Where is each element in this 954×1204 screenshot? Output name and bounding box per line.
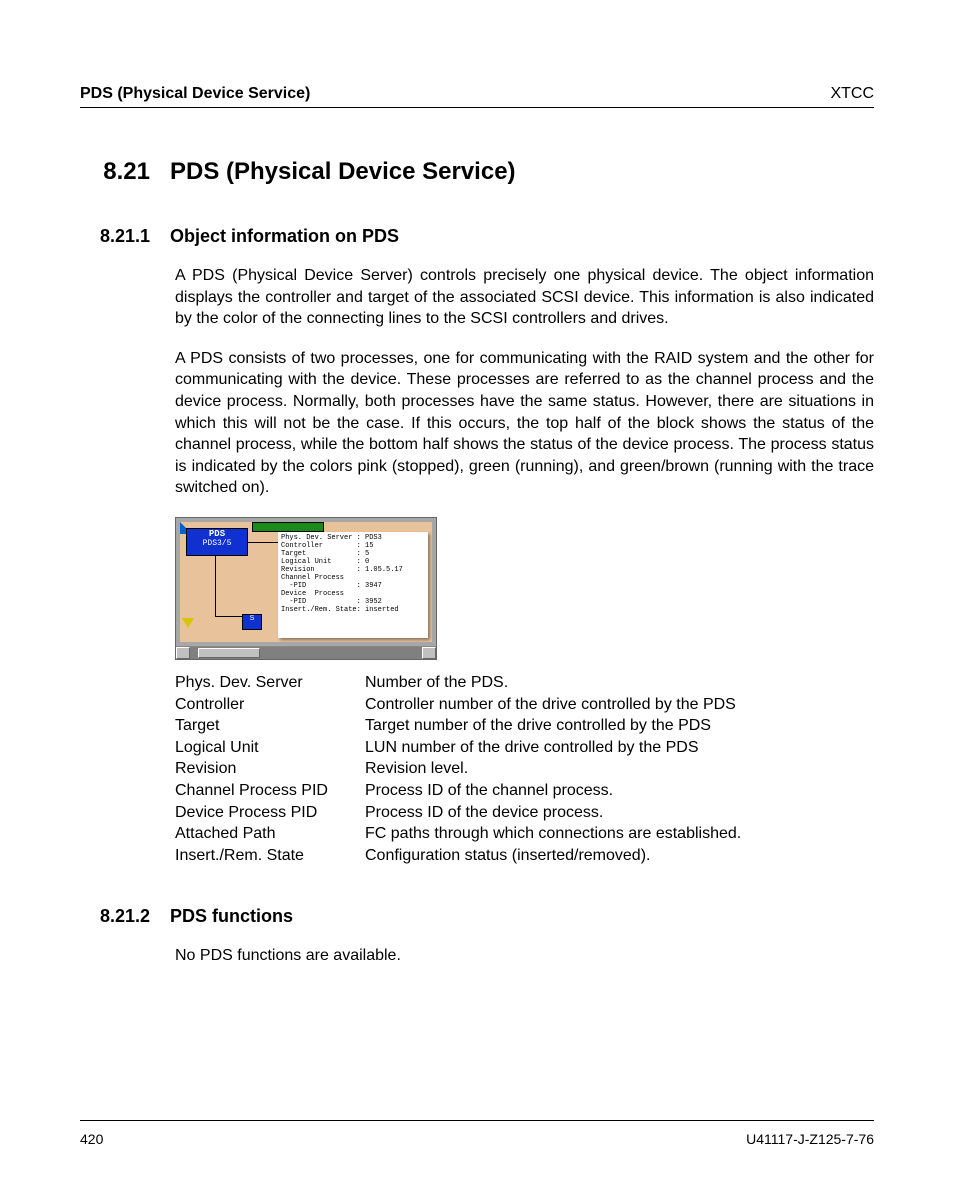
subsection-1-title: Object information on PDS <box>170 226 399 247</box>
sub1-para2: A PDS consists of two processes, one for… <box>175 348 874 499</box>
definition-desc: Controller number of the drive controlle… <box>365 694 736 716</box>
definition-term: Insert./Rem. State <box>175 845 365 867</box>
pds-block: PDS PDS3/5 <box>186 528 248 556</box>
tooltip-row: Device Process <box>281 590 425 598</box>
pds-block-bottom-label: PDS3/5 <box>187 539 247 548</box>
tooltip-row: -PID : 3947 <box>281 582 425 590</box>
connector-line <box>248 542 278 543</box>
definition-term: Controller <box>175 694 365 716</box>
tooltip-row: Insert./Rem. State: inserted <box>281 606 425 614</box>
definition-row: Device Process PID Process ID of the dev… <box>175 802 874 824</box>
definition-desc: Number of the PDS. <box>365 672 508 694</box>
green-bar <box>252 522 324 532</box>
definition-row: Controller Controller number of the driv… <box>175 694 874 716</box>
definition-desc: Configuration status (inserted/removed). <box>365 845 650 867</box>
definition-term: Revision <box>175 758 365 780</box>
arrow-down-icon <box>182 618 194 628</box>
page-footer: 420 U41117-J-Z125-7-76 <box>80 1120 874 1147</box>
definition-row: Insert./Rem. State Configuration status … <box>175 845 874 867</box>
connector-line <box>215 616 245 617</box>
subsection-2-number: 8.21.2 <box>80 906 150 927</box>
definitions-table: Phys. Dev. Server Number of the PDS. Con… <box>175 672 874 866</box>
definition-desc: Process ID of the channel process. <box>365 780 613 802</box>
subsection-2-title: PDS functions <box>170 906 293 927</box>
pds-diagram: PDS PDS3/5 S Phys. Dev. Server : PDS3 Co… <box>175 517 437 660</box>
definition-term: Target <box>175 715 365 737</box>
connector-line <box>215 556 216 616</box>
subsection-2-heading: 8.21.2 PDS functions <box>80 906 874 927</box>
definition-row: Logical Unit LUN number of the drive con… <box>175 737 874 759</box>
tooltip-row: Revision : 1.05.5.17 <box>281 566 425 574</box>
scrollbar-thumb[interactable] <box>198 648 260 658</box>
section-heading: 8.21 PDS (Physical Device Service) <box>80 158 874 186</box>
doc-id: U41117-J-Z125-7-76 <box>746 1131 874 1147</box>
definition-row: Phys. Dev. Server Number of the PDS. <box>175 672 874 694</box>
subsection-1-heading: 8.21.1 Object information on PDS <box>80 226 874 247</box>
pds-block-top-label: PDS <box>187 529 247 539</box>
tooltip-row: Logical Unit : 0 <box>281 558 425 566</box>
definition-desc: FC paths through which connections are e… <box>365 823 741 845</box>
definition-term: Logical Unit <box>175 737 365 759</box>
definition-desc: Target number of the drive controlled by… <box>365 715 711 737</box>
definition-row: Target Target number of the drive contro… <box>175 715 874 737</box>
header-left: PDS (Physical Device Service) <box>80 85 310 103</box>
section-title: PDS (Physical Device Service) <box>170 158 516 186</box>
scrollbar-track[interactable] <box>190 647 422 659</box>
tooltip-row: Phys. Dev. Server : PDS3 <box>281 534 425 542</box>
definition-term: Phys. Dev. Server <box>175 672 365 694</box>
small-block: S <box>242 614 262 630</box>
definition-term: Channel Process PID <box>175 780 365 802</box>
definition-desc: LUN number of the drive controlled by th… <box>365 737 699 759</box>
definition-term: Device Process PID <box>175 802 365 824</box>
header-right: XTCC <box>830 85 874 103</box>
tooltip-row: -PID : 3952 <box>281 598 425 606</box>
scrollbar-right-button[interactable] <box>422 647 436 659</box>
page-header: PDS (Physical Device Service) XTCC <box>80 85 874 108</box>
scrollbar-left-button[interactable] <box>176 647 190 659</box>
subsection-1-number: 8.21.1 <box>80 226 150 247</box>
page-number: 420 <box>80 1131 103 1147</box>
sub1-para1: A PDS (Physical Device Server) controls … <box>175 265 874 330</box>
tooltip-row: Controller : 15 <box>281 542 425 550</box>
definition-row: Revision Revision level. <box>175 758 874 780</box>
tooltip-row: Target : 5 <box>281 550 425 558</box>
diagram-canvas: PDS PDS3/5 S Phys. Dev. Server : PDS3 Co… <box>180 522 432 642</box>
definition-row: Channel Process PID Process ID of the ch… <box>175 780 874 802</box>
definition-term: Attached Path <box>175 823 365 845</box>
definition-row: Attached Path FC paths through which con… <box>175 823 874 845</box>
section-number: 8.21 <box>80 158 150 186</box>
pds-tooltip: Phys. Dev. Server : PDS3 Controller : 15… <box>278 532 428 638</box>
scrollbar[interactable] <box>176 646 436 659</box>
sub2-para1: No PDS functions are available. <box>175 945 874 967</box>
tooltip-row: Channel Process <box>281 574 425 582</box>
definition-desc: Revision level. <box>365 758 468 780</box>
definition-desc: Process ID of the device process. <box>365 802 603 824</box>
